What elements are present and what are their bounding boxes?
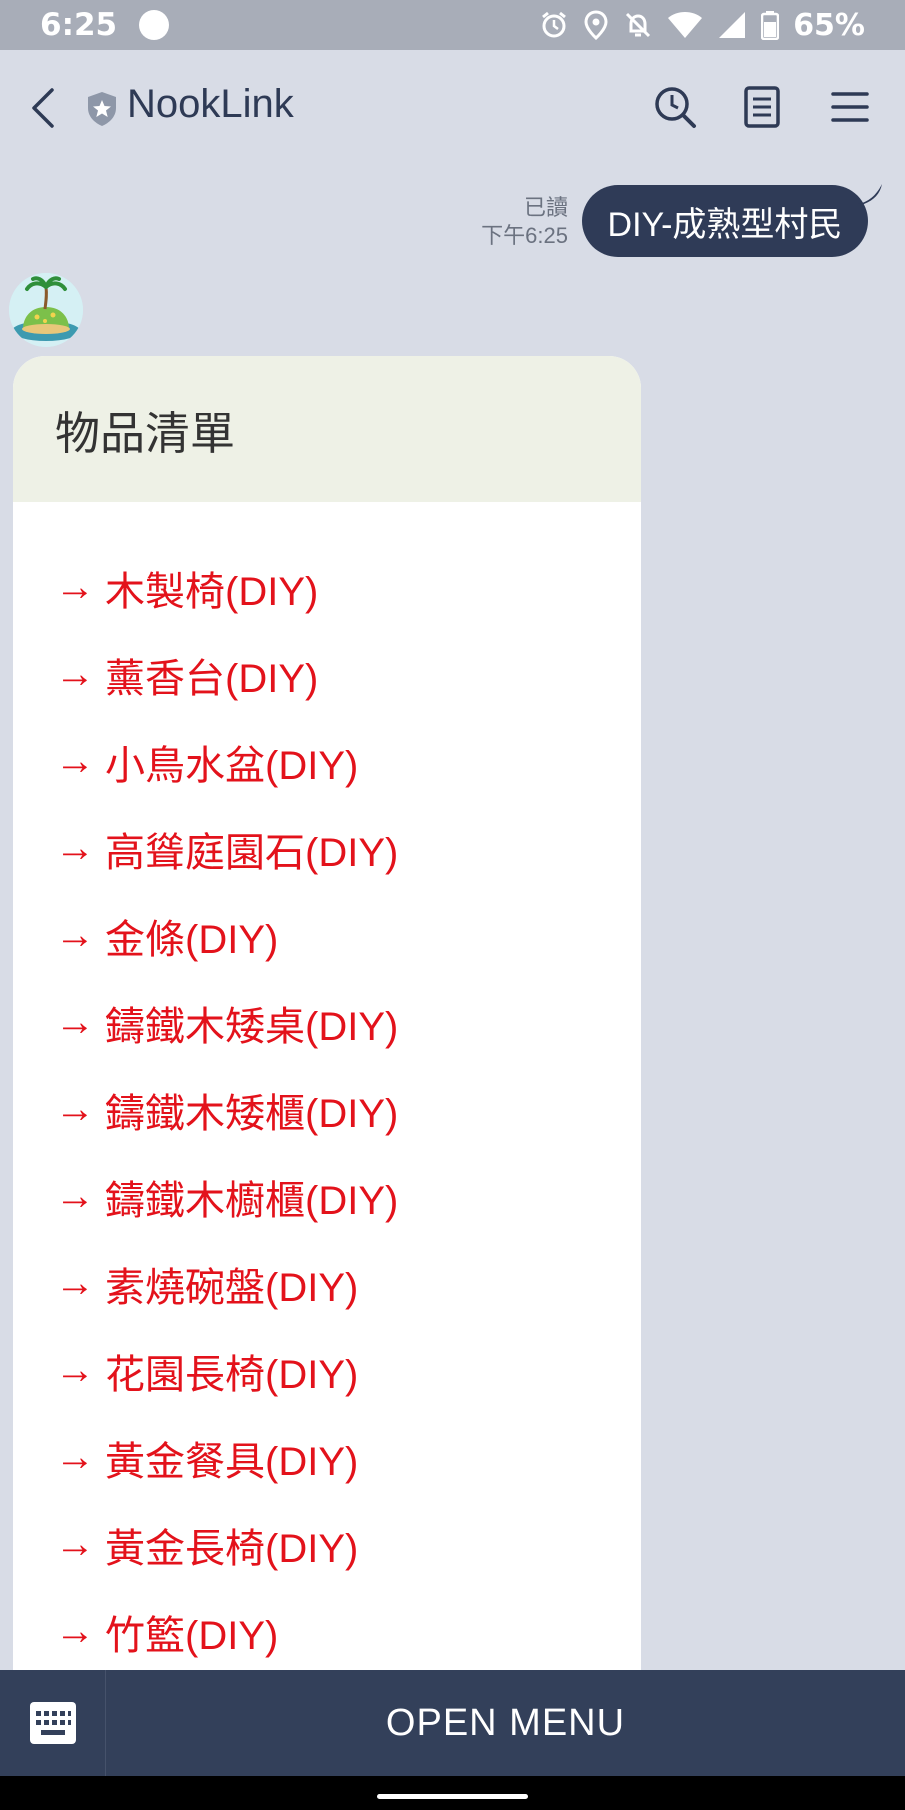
status-bar: 6:25 65% — [0, 0, 905, 50]
island-avatar-icon — [9, 273, 83, 347]
app-header: NookLink — [0, 50, 905, 165]
list-item[interactable]: → 木製椅(DIY) — [13, 544, 641, 631]
list-item[interactable]: → 素燒碗盤(DIY) — [13, 1240, 641, 1327]
wifi-icon — [668, 12, 703, 38]
back-icon[interactable] — [24, 84, 64, 132]
list-item[interactable]: → 高聳庭園石(DIY) — [13, 805, 641, 892]
arrow-icon: → — [55, 913, 95, 957]
mute-bell-icon — [626, 12, 651, 38]
arrow-icon: → — [55, 826, 95, 870]
sent-message-text: DIY-成熟型村民 — [607, 205, 843, 244]
arrow-icon: → — [55, 1087, 95, 1131]
notes-icon[interactable] — [739, 84, 785, 130]
alarm-icon — [542, 11, 567, 38]
search-icon[interactable] — [652, 84, 698, 130]
location-icon — [584, 10, 608, 40]
battery-percent: 65% — [793, 7, 865, 43]
arrow-icon: → — [55, 1435, 95, 1479]
sent-message-meta: 已讀 下午6:25 — [481, 194, 568, 250]
list-item[interactable]: → 薰香台(DIY) — [13, 631, 641, 718]
list-item-label: 黃金長椅(DIY) — [105, 1526, 359, 1571]
menu-icon[interactable] — [827, 84, 873, 130]
arrow-icon: → — [55, 1174, 95, 1218]
arrow-icon: → — [55, 1261, 95, 1305]
list-item-label: 花園長椅(DIY) — [105, 1352, 359, 1397]
status-time: 6:25 — [40, 7, 118, 43]
list-item-label: 金條(DIY) — [105, 917, 279, 962]
signal-icon — [719, 12, 746, 38]
open-menu-button[interactable]: OPEN MENU — [106, 1670, 905, 1776]
list-item-label: 木製椅(DIY) — [105, 569, 319, 614]
arrow-icon: → — [55, 739, 95, 783]
bottom-bar: OPEN MENU — [0, 1670, 905, 1776]
arrow-icon: → — [55, 1348, 95, 1392]
list-item[interactable]: → 小鳥水盆(DIY) — [13, 718, 641, 805]
list-item[interactable]: → 鑄鐵木矮櫃(DIY) — [13, 1066, 641, 1153]
keyboard-icon — [29, 1702, 76, 1744]
list-item-label: 薰香台(DIY) — [105, 656, 319, 701]
arrow-icon: → — [55, 565, 95, 609]
list-item[interactable]: → 鑄鐵木矮桌(DIY) — [13, 979, 641, 1066]
status-left: 6:25 — [40, 7, 170, 43]
arrow-icon: → — [55, 1609, 95, 1653]
read-label: 已讀 — [523, 195, 568, 220]
arrow-icon: → — [55, 652, 95, 696]
list-item-label: 鑄鐵木矮桌(DIY) — [105, 1004, 399, 1049]
app-title: NookLink — [127, 82, 294, 126]
sent-message-bubble[interactable]: DIY-成熟型村民 — [582, 185, 868, 257]
item-list: → 木製椅(DIY) → 薰香台(DIY) → 小鳥水盆(DIY) → 高聳庭園石(DI… — [13, 502, 641, 1670]
sent-time: 下午6:25 — [481, 223, 568, 248]
list-item[interactable]: → 花園長椅(DIY) — [13, 1327, 641, 1414]
home-indicator[interactable] — [377, 1794, 528, 1799]
list-item-label: 黃金餐具(DIY) — [105, 1439, 359, 1484]
arrow-icon: → — [55, 1000, 95, 1044]
arrow-icon: → — [55, 1522, 95, 1566]
avatar[interactable] — [9, 273, 83, 347]
card-title: 物品清單 — [55, 407, 236, 459]
list-item-label: 竹籃(DIY) — [105, 1613, 279, 1658]
list-item-label: 素燒碗盤(DIY) — [105, 1265, 359, 1310]
list-item-label: 小鳥水盆(DIY) — [105, 743, 359, 788]
bubble-tail — [858, 184, 882, 204]
list-item[interactable]: → 黃金餐具(DIY) — [13, 1414, 641, 1501]
verified-shield-icon — [88, 92, 116, 126]
list-item[interactable]: → 竹籃(DIY) — [13, 1588, 641, 1670]
notification-dot-icon — [139, 10, 170, 40]
list-item[interactable]: → 黃金長椅(DIY) — [13, 1501, 641, 1588]
list-item-label: 鑄鐵木矮櫃(DIY) — [105, 1091, 399, 1136]
battery-icon — [761, 11, 780, 40]
keyboard-button[interactable] — [0, 1670, 106, 1776]
list-item-label: 高聳庭園石(DIY) — [105, 830, 399, 875]
card-header: 物品清單 — [13, 356, 641, 502]
status-right: 65% — [539, 8, 865, 43]
system-nav-bar — [0, 1776, 905, 1810]
list-item-label: 鑄鐵木櫥櫃(DIY) — [105, 1178, 399, 1223]
item-list-card: 物品清單 → 木製椅(DIY) → 薰香台(DIY) → 小鳥水盆(DIY) → 高聳庭… — [13, 356, 641, 1670]
list-item[interactable]: → 金條(DIY) — [13, 892, 641, 979]
list-item[interactable]: → 鑄鐵木櫥櫃(DIY) — [13, 1153, 641, 1240]
